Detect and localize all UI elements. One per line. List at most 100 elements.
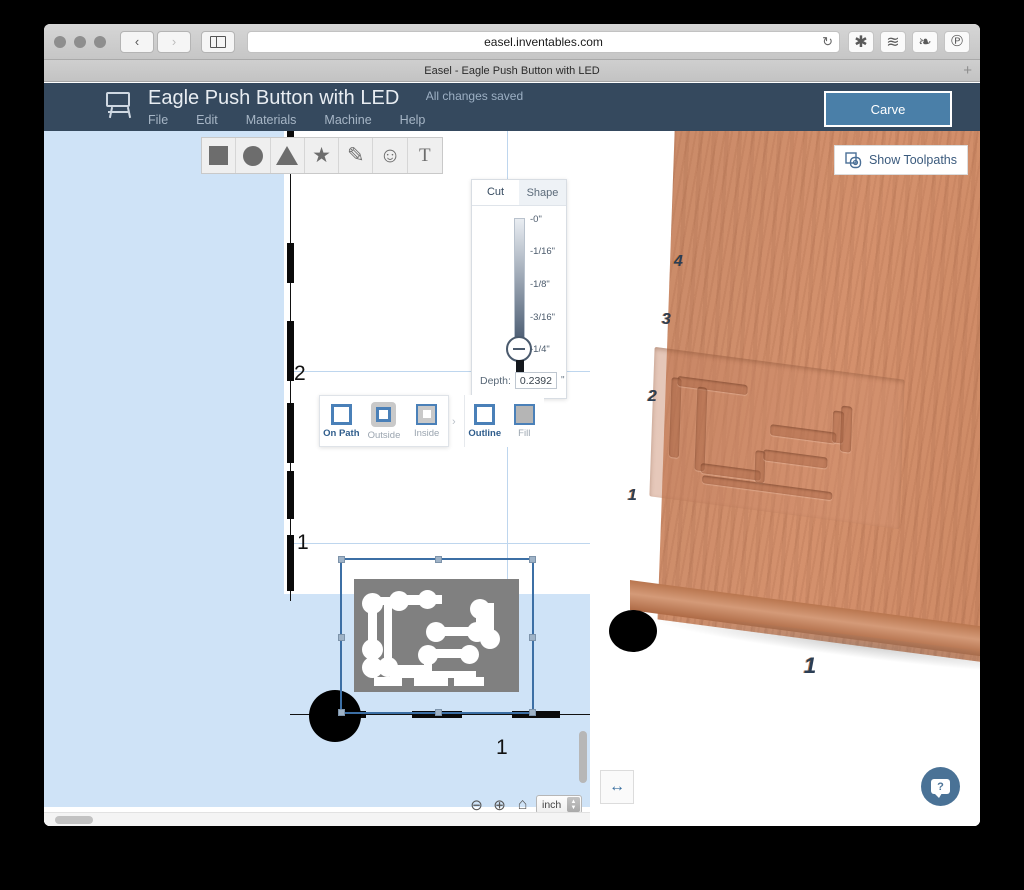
app-menu-bar: File Edit Materials Machine Help [148, 113, 523, 127]
fill-icon [514, 404, 535, 425]
origin-marker-3d [609, 610, 657, 652]
reload-icon[interactable]: ↻ [822, 34, 833, 50]
ruler3d-label-1: 1 [628, 487, 637, 505]
extension-buttons: ✱ ≋ ❧ ℗ [848, 31, 970, 53]
address-bar[interactable]: easel.inventables.com ↻ [247, 31, 840, 53]
pinterest-extension-icon[interactable]: ℗ [944, 31, 970, 53]
canvas-horizontal-scrollbar[interactable] [55, 816, 93, 824]
work-area: 2 1 1 [44, 131, 980, 826]
chevron-right-icon[interactable]: › [452, 416, 456, 428]
ruler-label-v-1: 1 [297, 531, 309, 555]
depth-slider-track[interactable] [514, 218, 525, 350]
page-title[interactable]: Eagle Push Button with LED [148, 87, 399, 110]
menu-file[interactable]: File [148, 113, 168, 127]
cut-mode-outside[interactable]: Outside [364, 402, 404, 441]
depth-tick-0: -0" [530, 214, 542, 225]
pcb-design-shape[interactable] [354, 579, 519, 692]
tab-bar: Easel - Eagle Push Button with LED + [44, 60, 980, 82]
resize-handle-ne[interactable] [529, 556, 536, 563]
ruler3d-label-4: 4 [674, 253, 683, 271]
show-toolpaths-button[interactable]: Show Toolpaths [834, 145, 968, 175]
canvas-vertical-scrollbar[interactable] [579, 731, 587, 783]
resize-handle-e[interactable] [529, 634, 536, 641]
depth-tick-1-4: -1/4" [530, 344, 550, 355]
vertical-ruler [287, 131, 294, 601]
shape-toolbar[interactable]: ★ ✎ ☺ T [201, 137, 443, 174]
cut-settings-panel[interactable]: Cut Shape -0" -1/16" -1/8" -3/16" -1/4" [471, 179, 567, 399]
resize-handle-se[interactable] [529, 709, 536, 716]
active-tab-title[interactable]: Easel - Eagle Push Button with LED [424, 65, 599, 77]
units-value: inch [542, 799, 561, 811]
text-tool[interactable]: T [408, 138, 442, 173]
tab-shape[interactable]: Shape [519, 180, 566, 205]
save-status: All changes saved [426, 89, 523, 103]
resize-handle-sw[interactable] [338, 709, 345, 716]
evernote-extension-icon[interactable]: ❧ [912, 31, 938, 53]
pencil-tool[interactable]: ✎ [339, 138, 373, 173]
depth-field-row: Depth: 0.2392 " [480, 372, 565, 389]
cut-mode-group: On Path Outside Inside [319, 395, 449, 447]
depth-slider[interactable]: -0" -1/16" -1/8" -3/16" -1/4" [472, 214, 566, 374]
smiley-tool[interactable]: ☺ [373, 138, 407, 173]
carve-button[interactable]: Carve [824, 91, 952, 127]
help-button[interactable]: ? [921, 767, 960, 806]
depth-slider-knob[interactable] [506, 336, 532, 362]
cut-mode-inside[interactable]: Inside [407, 404, 447, 439]
asterisk-extension-icon[interactable]: ✱ [848, 31, 874, 53]
app-header: Eagle Push Button with LED All changes s… [44, 83, 980, 131]
back-button[interactable]: ‹ [120, 31, 154, 53]
design-canvas[interactable]: 2 1 1 [44, 131, 590, 826]
forward-button[interactable]: › [157, 31, 191, 53]
toolpath-icon [845, 152, 862, 169]
menu-machine[interactable]: Machine [324, 113, 371, 127]
triangle-tool[interactable] [271, 138, 305, 173]
easel-logo-icon[interactable] [106, 92, 134, 122]
menu-materials[interactable]: Materials [246, 113, 297, 127]
browser-toolbar: ‹ › easel.inventables.com ↻ ✱ ≋ ❧ ℗ [44, 24, 980, 60]
close-window-button[interactable] [54, 36, 66, 48]
star-tool[interactable]: ★ [305, 138, 339, 173]
resize-handle-nw[interactable] [338, 556, 345, 563]
outside-icon [371, 402, 396, 427]
cut-panel-tabs: Cut Shape [472, 180, 566, 206]
resize-view-button[interactable]: ↔ [600, 770, 634, 804]
sidebar-toggle-button[interactable] [201, 31, 235, 53]
cut-mode-on-path[interactable]: On Path [321, 404, 361, 439]
canvas-horizontal-scrollbar-track [44, 812, 590, 826]
inside-icon [416, 404, 437, 425]
menu-edit[interactable]: Edit [196, 113, 218, 127]
ruler-label-h-1: 1 [496, 736, 508, 760]
easel-app: Eagle Push Button with LED All changes s… [44, 83, 980, 826]
desktop-background: ‹ › easel.inventables.com ↻ ✱ ≋ ❧ ℗ Ease… [0, 0, 1024, 890]
maximize-window-button[interactable] [94, 36, 106, 48]
resize-handle-w[interactable] [338, 634, 345, 641]
grid-line [294, 543, 590, 544]
depth-label: Depth: [480, 375, 511, 387]
circle-tool[interactable] [236, 138, 270, 173]
tab-cut[interactable]: Cut [472, 180, 519, 205]
depth-unit-label: " [561, 375, 565, 386]
url-text: easel.inventables.com [484, 35, 603, 49]
new-tab-button[interactable]: + [963, 63, 972, 78]
minimize-window-button[interactable] [74, 36, 86, 48]
ruler3d-label-2: 2 [648, 388, 657, 406]
sidebar-icon [210, 36, 226, 48]
fill-mode-fill[interactable]: Fill [505, 404, 545, 439]
square-tool[interactable] [202, 138, 236, 173]
ruler3d-label-h-1: 1 [804, 653, 816, 679]
fill-mode-group: Outline Fill [464, 395, 544, 447]
outline-icon [474, 404, 495, 425]
resize-handle-n[interactable] [435, 556, 442, 563]
depth-tick-3-16: -3/16" [530, 312, 555, 323]
resize-handle-s[interactable] [435, 709, 442, 716]
depth-tick-1-8: -1/8" [530, 279, 550, 290]
browser-window: ‹ › easel.inventables.com ↻ ✱ ≋ ❧ ℗ Ease… [44, 24, 980, 826]
menu-help[interactable]: Help [400, 113, 426, 127]
depth-input[interactable]: 0.2392 [515, 372, 557, 389]
preview-3d[interactable]: 4 3 2 1 1 Show Toolpaths ↔ [590, 131, 980, 826]
fill-mode-outline[interactable]: Outline [465, 404, 505, 439]
layers-extension-icon[interactable]: ≋ [880, 31, 906, 53]
window-controls[interactable] [54, 36, 106, 48]
depth-tick-1-16: -1/16" [530, 246, 555, 257]
show-toolpaths-label: Show Toolpaths [869, 153, 957, 167]
